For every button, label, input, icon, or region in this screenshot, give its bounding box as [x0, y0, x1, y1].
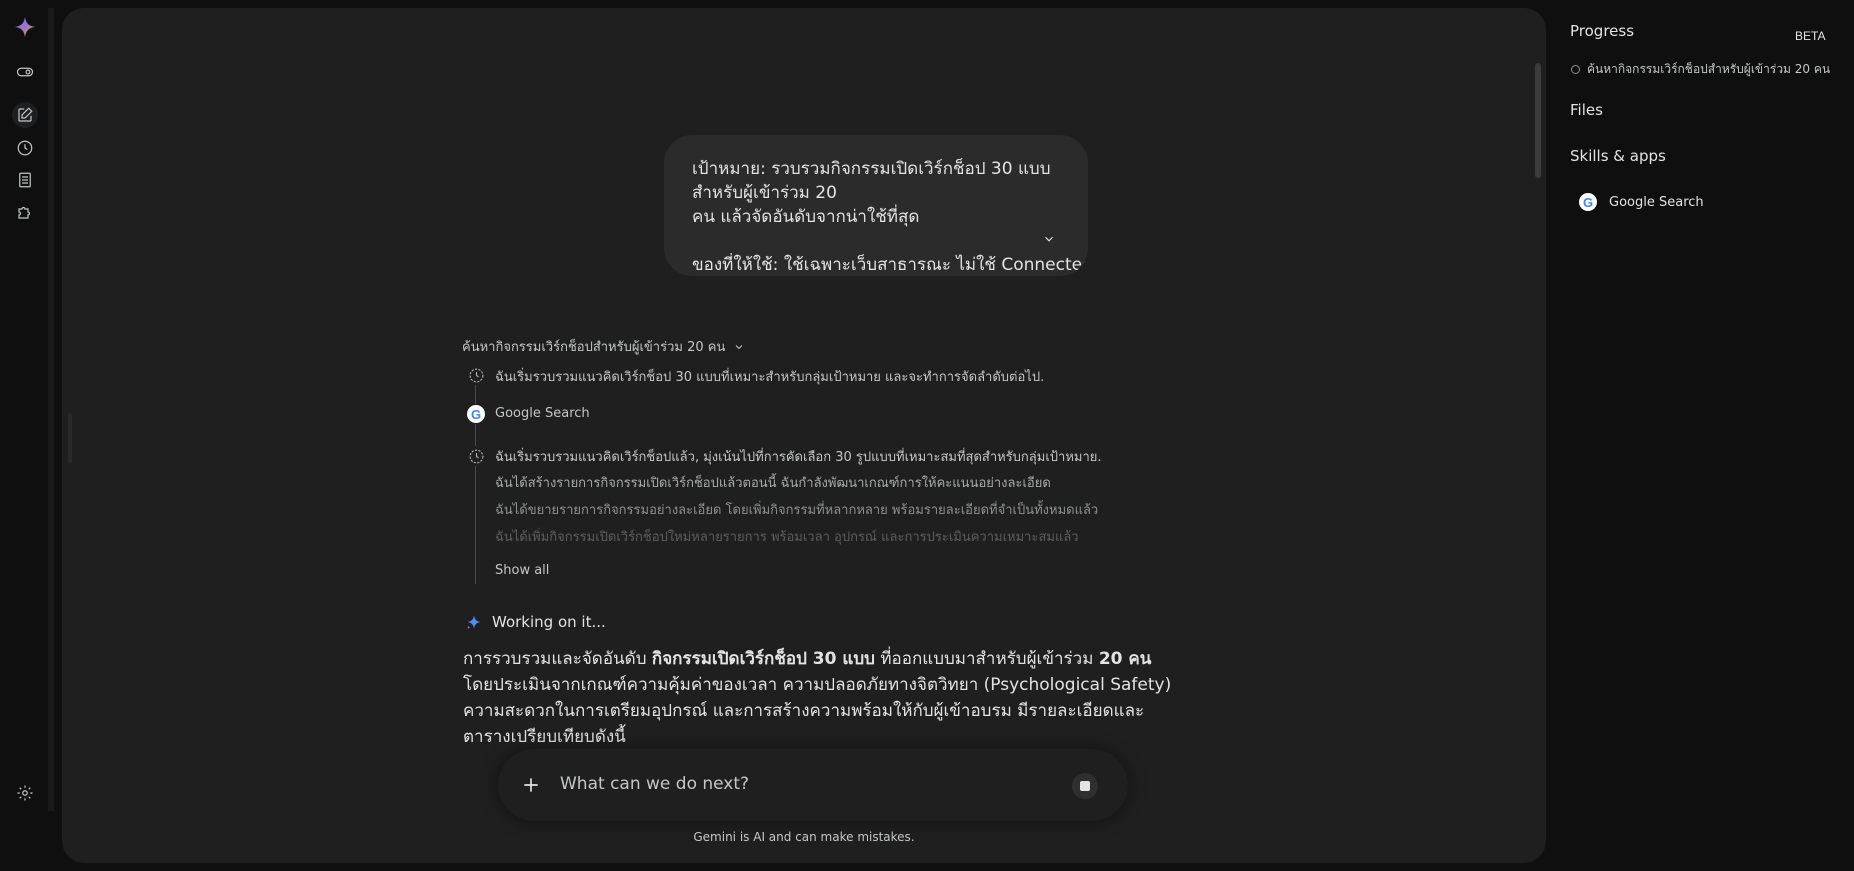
- user-message-bubble: เป้าหมาย: รวบรวมกิจกรรมเปิดเวิร์กช็อป 30…: [664, 135, 1088, 276]
- skill-item-google-search[interactable]: G Google Search: [1579, 193, 1704, 211]
- new-chat-icon[interactable]: [12, 102, 38, 128]
- timeline-line: [475, 460, 476, 584]
- expand-message-button[interactable]: [1036, 226, 1062, 252]
- google-icon: G: [1579, 193, 1597, 211]
- thinking-icon: [466, 365, 486, 385]
- thinking-step: ฉันได้สร้างรายการกิจกรรมเปิดเวิร์กช็อปแล…: [495, 476, 1051, 491]
- thinking-step: ฉันได้ขยายรายการกิจกรรมอย่างละเอียด โดยเ…: [495, 503, 1099, 518]
- google-search-icon: G: [466, 404, 486, 424]
- rail-scrollbar[interactable]: [48, 8, 54, 811]
- extensions-icon[interactable]: [12, 199, 38, 225]
- pending-circle-icon: [1571, 65, 1580, 74]
- thinking-step: ฉันเริ่มรวบรวมแนวคิดเวิร์กช็อปแล้ว, มุ่ง…: [495, 450, 1102, 465]
- stop-button[interactable]: [1072, 773, 1098, 799]
- task-title: ค้นหากิจกรรมเวิร์กช็อปสำหรับผู้เข้าร่วม …: [462, 340, 726, 355]
- right-panel: Progress BETA ค้นหากิจกรรมเวิร์กช็อปสำหร…: [1546, 0, 1854, 871]
- files-title[interactable]: Files: [1570, 101, 1603, 119]
- thinking-step: ฉันเริ่มรวบรวมแนวคิดเวิร์กช็อป 30 แบบที่…: [495, 370, 1045, 385]
- skill-label: Google Search: [1609, 194, 1704, 210]
- plus-icon: [524, 778, 538, 792]
- working-label: Working on it...: [492, 613, 606, 631]
- gemini-logo-icon[interactable]: [12, 14, 38, 40]
- prompt-input[interactable]: What can we do next?: [560, 774, 749, 794]
- chevron-down-icon: [736, 344, 743, 349]
- chat-panel: เป้าหมาย: รวบรวมกิจกรรมเปิดเวิร์กช็อป 30…: [62, 8, 1546, 863]
- chat-scrollbar[interactable]: [1535, 63, 1541, 178]
- progress-item[interactable]: ค้นหากิจกรรมเวิร์กช็อปสำหรับผู้เข้าร่วม …: [1571, 60, 1830, 79]
- progress-title: Progress: [1570, 22, 1635, 40]
- response-text: การรวบรวมและจัดอันดับ กิจกรรมเปิดเวิร์กช…: [463, 646, 1183, 750]
- user-message-line: ของที่ให้ใช้: ใช้เฉพาะเว็บสาธารณะ ไม่ใช้…: [692, 255, 1088, 275]
- resize-handle[interactable]: [68, 413, 72, 463]
- response-segment: การรวบรวมและจัดอันดับ: [463, 649, 652, 669]
- tool-step-label: Google Search: [495, 406, 590, 421]
- response-segment: ที่ออกแบบมาสำหรับผู้เข้าร่วม: [874, 649, 1099, 669]
- library-icon[interactable]: [12, 167, 38, 193]
- chevron-down-icon: [1045, 236, 1053, 242]
- response-bold: 20 คน: [1098, 649, 1152, 669]
- add-attachment-button[interactable]: [518, 772, 544, 798]
- disclaimer: Gemini is AI and can make mistakes.: [693, 830, 915, 844]
- thinking-step: ฉันได้เพิ่มกิจกรรมเปิดเวิร์กช็อปใหม่หลาย…: [495, 530, 1079, 545]
- toggle-icon[interactable]: [12, 59, 38, 85]
- task-toggle[interactable]: ค้นหากิจกรรมเวิร์กช็อปสำหรับผู้เข้าร่วม …: [462, 336, 745, 357]
- stop-icon: [1080, 781, 1090, 791]
- skills-title: Skills & apps: [1570, 147, 1666, 165]
- beta-badge: BETA: [1795, 29, 1826, 43]
- response-bold: กิจกรรมเปิดเวิร์กช็อป 30 แบบ: [651, 649, 875, 669]
- working-status: Working on it...: [466, 613, 606, 631]
- sparkle-icon: [467, 615, 481, 629]
- user-message-line: เป้าหมาย: รวบรวมกิจกรรมเปิดเวิร์กช็อป 30…: [692, 159, 1051, 203]
- thinking-icon: [466, 446, 486, 466]
- settings-icon[interactable]: [12, 780, 38, 806]
- left-rail: [0, 0, 50, 871]
- response-segment: โดยประเมินจากเกณฑ์ความคุ้มค่าของเวลา ควา…: [463, 675, 1172, 747]
- show-all-button[interactable]: Show all: [495, 563, 549, 578]
- history-icon[interactable]: [12, 135, 38, 161]
- progress-item-label: ค้นหากิจกรรมเวิร์กช็อปสำหรับผู้เข้าร่วม …: [1587, 62, 1831, 76]
- user-message-line: คน แล้วจัดอันดับจากน่าใช้ที่สุด: [692, 207, 920, 227]
- prompt-input-bar: What can we do next?: [498, 749, 1128, 821]
